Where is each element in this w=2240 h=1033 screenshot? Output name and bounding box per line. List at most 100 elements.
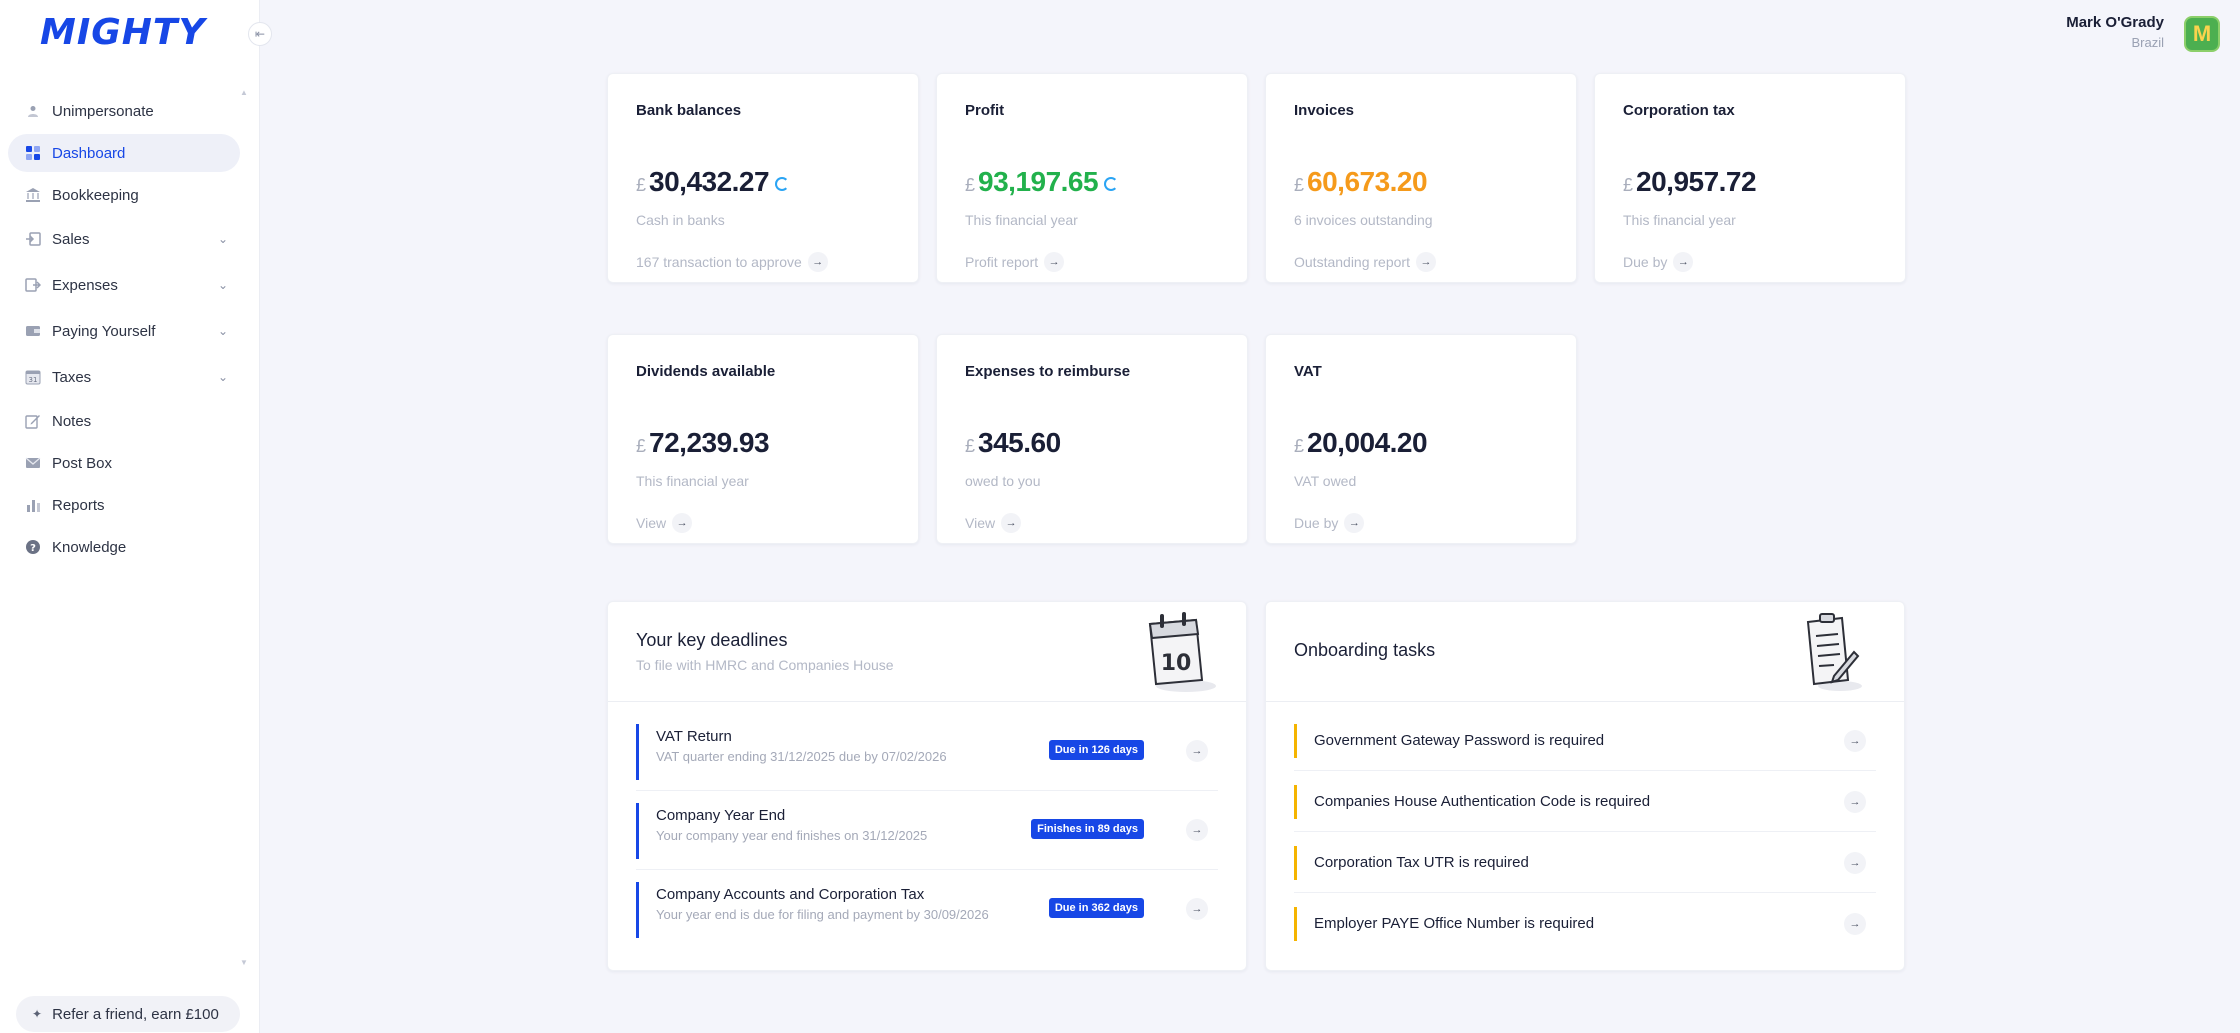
card-link-label: Due by	[1294, 515, 1339, 531]
list-item[interactable]: Corporation Tax UTR is required →	[1294, 832, 1876, 893]
currency-symbol: £	[636, 175, 647, 195]
sidebar-item-paying-yourself[interactable]: Paying Yourself ⌄	[8, 310, 240, 352]
vat-card[interactable]: VAT £ 20,004.20 VAT owed Due by →	[1265, 334, 1577, 544]
arrow-right-icon[interactable]: →	[1673, 252, 1694, 272]
refer-friend-button[interactable]: ✦ Refer a friend, earn £100	[16, 996, 240, 1032]
list-item[interactable]: Companies House Authentication Code is r…	[1294, 771, 1876, 832]
arrow-right-icon[interactable]: →	[1844, 730, 1866, 752]
onboarding-tasks-panel: Onboarding tasks Government Gateway Pass…	[1265, 601, 1905, 971]
list-item[interactable]: Government Gateway Password is required …	[1294, 710, 1876, 771]
card-link[interactable]: 167 transaction to approve →	[636, 252, 828, 272]
card-amount: 30,432.27	[649, 166, 770, 197]
card-amount: 72,239.93	[649, 427, 770, 458]
card-title: Invoices	[1294, 102, 1355, 119]
list-item[interactable]: Employer PAYE Office Number is required …	[1294, 893, 1876, 954]
loading-spinner-icon	[1104, 177, 1119, 191]
card-title: VAT	[1294, 363, 1322, 380]
card-title: Bank balances	[636, 102, 742, 119]
arrow-right-icon[interactable]: →	[1844, 791, 1866, 813]
task-marker	[1294, 724, 1297, 758]
arrow-right-icon[interactable]: →	[1186, 898, 1208, 920]
arrow-right-icon[interactable]: →	[1186, 819, 1208, 841]
deadline-list: VAT Return VAT quarter ending 31/12/2025…	[608, 702, 1246, 949]
chevron-down-icon[interactable]: ⌄	[218, 370, 228, 384]
list-item[interactable]: Company Year End Your company year end f…	[636, 791, 1218, 870]
card-link[interactable]: Due by →	[1294, 513, 1365, 533]
currency-symbol: £	[965, 436, 976, 456]
sidebar-item-notes[interactable]: Notes	[8, 402, 240, 440]
card-link[interactable]: Profit report →	[965, 252, 1065, 272]
scroll-down-icon[interactable]: ▼	[240, 958, 248, 967]
chevron-down-icon[interactable]: ⌄	[218, 232, 228, 246]
task-label: Government Gateway Password is required	[1314, 731, 1605, 749]
onboarding-list: Government Gateway Password is required …	[1266, 702, 1904, 954]
sidebar-item-label: Unimpersonate	[52, 102, 154, 120]
arrow-right-icon[interactable]: →	[1844, 852, 1866, 874]
chevron-down-icon[interactable]: ⌄	[218, 324, 228, 338]
sidebar-item-sales[interactable]: Sales ⌄	[8, 218, 240, 260]
sidebar-item-label: Post Box	[52, 454, 113, 472]
card-link[interactable]: Outstanding report →	[1294, 252, 1436, 272]
card-link[interactable]: View →	[636, 513, 693, 533]
calendar-illustration-icon: 10	[1148, 612, 1216, 692]
sidebar-nav: Unimpersonate Dashboard Bookkeeping Sale…	[8, 92, 240, 570]
list-item[interactable]: Company Accounts and Corporation Tax You…	[636, 870, 1218, 949]
app-logo[interactable]: MIGHTY	[40, 12, 206, 53]
sidebar-item-post-box[interactable]: Post Box	[8, 444, 240, 482]
sidebar: MIGHTY ▲ Unimpersonate Dashboard Bookkee…	[0, 0, 260, 1033]
card-amount: 60,673.20	[1307, 166, 1428, 197]
mail-icon	[24, 455, 42, 471]
sidebar-item-bookkeeping[interactable]: Bookkeeping	[8, 176, 240, 214]
card-subtitle: owed to you	[965, 473, 1041, 489]
currency-symbol: £	[1623, 175, 1634, 195]
sidebar-item-label: Bookkeeping	[52, 186, 139, 204]
arrow-right-icon[interactable]: →	[1044, 252, 1065, 272]
status-badge: Finishes in 89 days	[1031, 819, 1144, 839]
expenses-reimburse-card[interactable]: Expenses to reimburse £ 345.60 owed to y…	[936, 334, 1248, 544]
panel-header: Onboarding tasks	[1266, 602, 1904, 702]
card-link[interactable]: View →	[965, 513, 1022, 533]
sidebar-item-dashboard[interactable]: Dashboard	[8, 134, 240, 172]
chevron-down-icon[interactable]: ⌄	[218, 278, 228, 292]
user-info: Mark O'Grady Brazil	[2066, 14, 2164, 50]
svg-text:10: 10	[1161, 651, 1192, 676]
arrow-right-icon[interactable]: →	[1001, 513, 1022, 533]
panel-subtitle: To file with HMRC and Companies House	[636, 657, 894, 673]
card-value: £ 30,432.27	[636, 166, 790, 198]
svg-text:31: 31	[29, 376, 38, 384]
arrow-right-icon[interactable]: →	[807, 252, 828, 272]
scroll-up-icon[interactable]: ▲	[240, 88, 248, 97]
dividends-card[interactable]: Dividends available £ 72,239.93 This fin…	[607, 334, 919, 544]
arrow-right-icon[interactable]: →	[1344, 513, 1365, 533]
card-link-label: Outstanding report	[1294, 254, 1410, 270]
gift-icon: ✦	[32, 1007, 43, 1021]
card-link[interactable]: Due by →	[1623, 252, 1694, 272]
arrow-right-icon[interactable]: →	[1844, 913, 1866, 935]
arrow-right-icon[interactable]: →	[1415, 252, 1436, 272]
collapse-sidebar-button[interactable]: ⇤	[248, 22, 272, 46]
task-marker	[1294, 907, 1297, 941]
arrow-right-icon[interactable]: →	[672, 513, 693, 533]
card-subtitle: Cash in banks	[636, 212, 725, 228]
sidebar-item-knowledge[interactable]: ? Knowledge	[8, 528, 240, 566]
sidebar-item-taxes[interactable]: 31 Taxes ⌄	[8, 356, 240, 398]
panel-title: Onboarding tasks	[1294, 640, 1436, 660]
user-menu[interactable]: Mark O'Grady Brazil M	[2066, 14, 2240, 58]
invoices-card[interactable]: Invoices £ 60,673.20 6 invoices outstand…	[1265, 73, 1577, 283]
task-label: Companies House Authentication Code is r…	[1314, 792, 1651, 810]
arrow-right-icon[interactable]: →	[1186, 740, 1208, 762]
sidebar-item-label: Taxes	[52, 368, 92, 386]
refer-label: Refer a friend, earn £100	[52, 1005, 219, 1023]
currency-symbol: £	[636, 436, 647, 456]
bank-balances-card[interactable]: Bank balances £ 30,432.27 Cash in banks …	[607, 73, 919, 283]
sidebar-item-reports[interactable]: Reports	[8, 486, 240, 524]
sidebar-item-unimpersonate[interactable]: Unimpersonate	[8, 92, 240, 130]
deadline-marker	[636, 724, 639, 780]
corporation-tax-card[interactable]: Corporation tax £ 20,957.72 This financi…	[1594, 73, 1906, 283]
profit-card[interactable]: Profit £ 93,197.65 This financial year P…	[936, 73, 1248, 283]
sidebar-item-label: Sales	[52, 230, 90, 248]
avatar[interactable]: M	[2184, 16, 2220, 52]
sidebar-item-expenses[interactable]: Expenses ⌄	[8, 264, 240, 306]
list-item[interactable]: VAT Return VAT quarter ending 31/12/2025…	[636, 712, 1218, 791]
card-subtitle: VAT owed	[1294, 473, 1357, 489]
